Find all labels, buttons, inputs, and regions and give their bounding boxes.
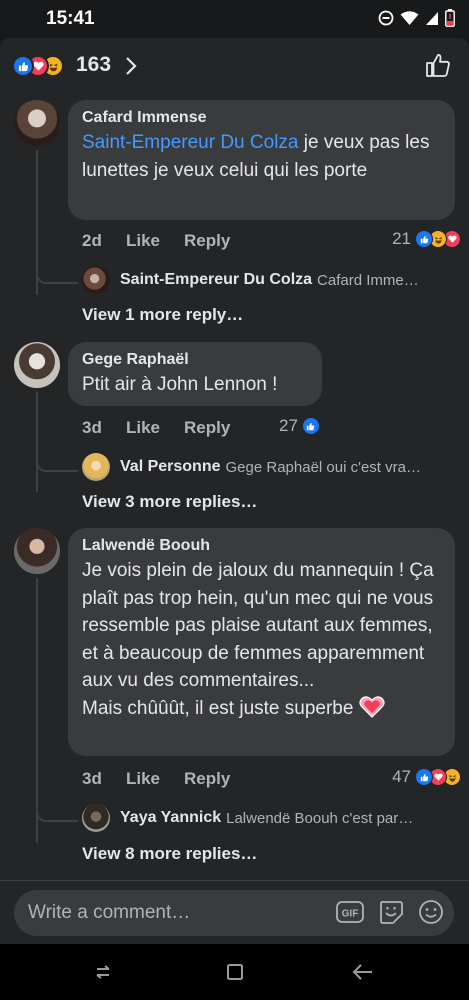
status-time: 15:41: [46, 8, 95, 29]
reaction-count: 21: [392, 229, 411, 248]
reaction-count: 27: [279, 416, 298, 435]
status-icons: [378, 9, 455, 27]
like-reaction-icon: [415, 230, 433, 248]
signal-icon: [426, 11, 438, 25]
thread-line: [36, 392, 38, 492]
comment-text: Saint-Empereur Du Colza je veux pas les …: [82, 132, 430, 181]
comment-bubble[interactable]: Lalwendë Boouh Je vois plein de jaloux d…: [68, 528, 455, 756]
comment-bubble[interactable]: Gege Raphaël Ptit air à John Lennon !: [68, 342, 322, 406]
reply-snippet: Gege Raphaël oui c'est vra…: [225, 458, 421, 476]
comment-bubble[interactable]: Cafard Immense Saint-Empereur Du Colza j…: [68, 100, 455, 220]
comment-reactions[interactable]: 47: [392, 767, 461, 787]
reactions-summary-bar[interactable]: 163: [0, 38, 469, 96]
like-button[interactable]: Like: [126, 418, 184, 438]
comment-author[interactable]: Gege Raphaël: [82, 349, 308, 371]
comment-age: 2d: [82, 231, 102, 250]
gif-label: GIF: [342, 909, 359, 920]
reply-button[interactable]: Reply: [184, 418, 230, 438]
reply-preview[interactable]: Saint-Empereur Du Colza Cafard Imme…: [82, 266, 454, 294]
like-thumb-icon[interactable]: [425, 52, 451, 78]
comment-text: Je vois plein de jaloux du mannequin ! Ç…: [82, 560, 434, 719]
like-button[interactable]: Like: [126, 769, 184, 789]
reply-snippet: Cafard Imme…: [317, 271, 419, 289]
reply-preview[interactable]: Val Personne Gege Raphaël oui c'est vra…: [82, 453, 454, 481]
comment-actions: 3d Like Reply: [82, 769, 230, 789]
avatar-gege-raphael[interactable]: [14, 342, 60, 388]
back-icon[interactable]: [352, 962, 374, 982]
reply-author[interactable]: Val Personne: [120, 458, 221, 476]
avatar-cafard-immense[interactable]: [14, 100, 60, 146]
heart-emoji-icon: [359, 695, 385, 718]
reaction-total: 163: [76, 53, 112, 76]
comment-age: 3d: [82, 418, 102, 437]
sticker-icon[interactable]: [378, 899, 404, 925]
thread-connector: [36, 260, 78, 284]
like-button[interactable]: Like: [126, 231, 184, 251]
system-nav-bar: [0, 944, 469, 1000]
comment-author[interactable]: Cafard Immense: [82, 107, 441, 129]
view-more-replies[interactable]: View 3 more replies…: [82, 492, 257, 512]
comment-age: 3d: [82, 769, 102, 788]
reaction-count: 47: [392, 767, 411, 786]
battery-low-icon: [445, 9, 455, 27]
comment-author[interactable]: Lalwendë Boouh: [82, 535, 441, 557]
comment-placeholder: Write a comment…: [28, 902, 191, 923]
home-icon[interactable]: [225, 962, 245, 982]
like-reaction-icon: [415, 768, 433, 786]
emoji-icon[interactable]: [418, 899, 444, 925]
status-bar: 15:41: [0, 0, 469, 38]
reply-author[interactable]: Yaya Yannick: [120, 809, 221, 827]
view-more-replies[interactable]: View 1 more reply…: [82, 305, 243, 325]
reply-avatar[interactable]: [82, 804, 110, 832]
wifi-icon: [400, 10, 419, 25]
composer-icons: GIF: [336, 899, 444, 925]
thread-connector: [36, 798, 78, 822]
avatar-lalwende-boouh[interactable]: [14, 528, 60, 574]
reply-author[interactable]: Saint-Empereur Du Colza: [120, 271, 312, 289]
like-reaction-icon: [301, 417, 320, 435]
reply-snippet: Lalwendë Boouh c'est par…: [226, 809, 414, 827]
comment-composer: Write a comment… GIF: [0, 880, 469, 945]
thread-connector: [36, 448, 78, 472]
mention-link[interactable]: Saint-Empereur Du Colza: [82, 132, 298, 153]
chevron-right-icon[interactable]: [125, 56, 137, 76]
do-not-disturb-icon: [378, 10, 394, 26]
reply-button[interactable]: Reply: [184, 769, 230, 789]
reply-button[interactable]: Reply: [184, 231, 230, 251]
like-reaction-icon: [12, 55, 34, 77]
comment-text: Ptit air à John Lennon !: [82, 374, 278, 395]
reply-preview[interactable]: Yaya Yannick Lalwendë Boouh c'est par…: [82, 804, 454, 832]
reply-avatar[interactable]: [82, 453, 110, 481]
comment-reactions[interactable]: 21: [392, 229, 461, 249]
comment-actions: 3d Like Reply: [82, 418, 230, 438]
recent-apps-icon[interactable]: [93, 962, 113, 982]
view-more-replies[interactable]: View 8 more replies…: [82, 844, 257, 864]
reaction-icons: [12, 55, 64, 77]
comment-actions: 2d Like Reply: [82, 231, 230, 251]
gif-icon[interactable]: GIF: [336, 900, 364, 924]
comment-input[interactable]: Write a comment… GIF: [14, 890, 454, 936]
comment-reactions[interactable]: 27: [279, 416, 320, 436]
comments-sheet: 163 Cafard Immense Saint-Empereur Du Col…: [0, 38, 469, 880]
reply-avatar[interactable]: [82, 266, 110, 294]
